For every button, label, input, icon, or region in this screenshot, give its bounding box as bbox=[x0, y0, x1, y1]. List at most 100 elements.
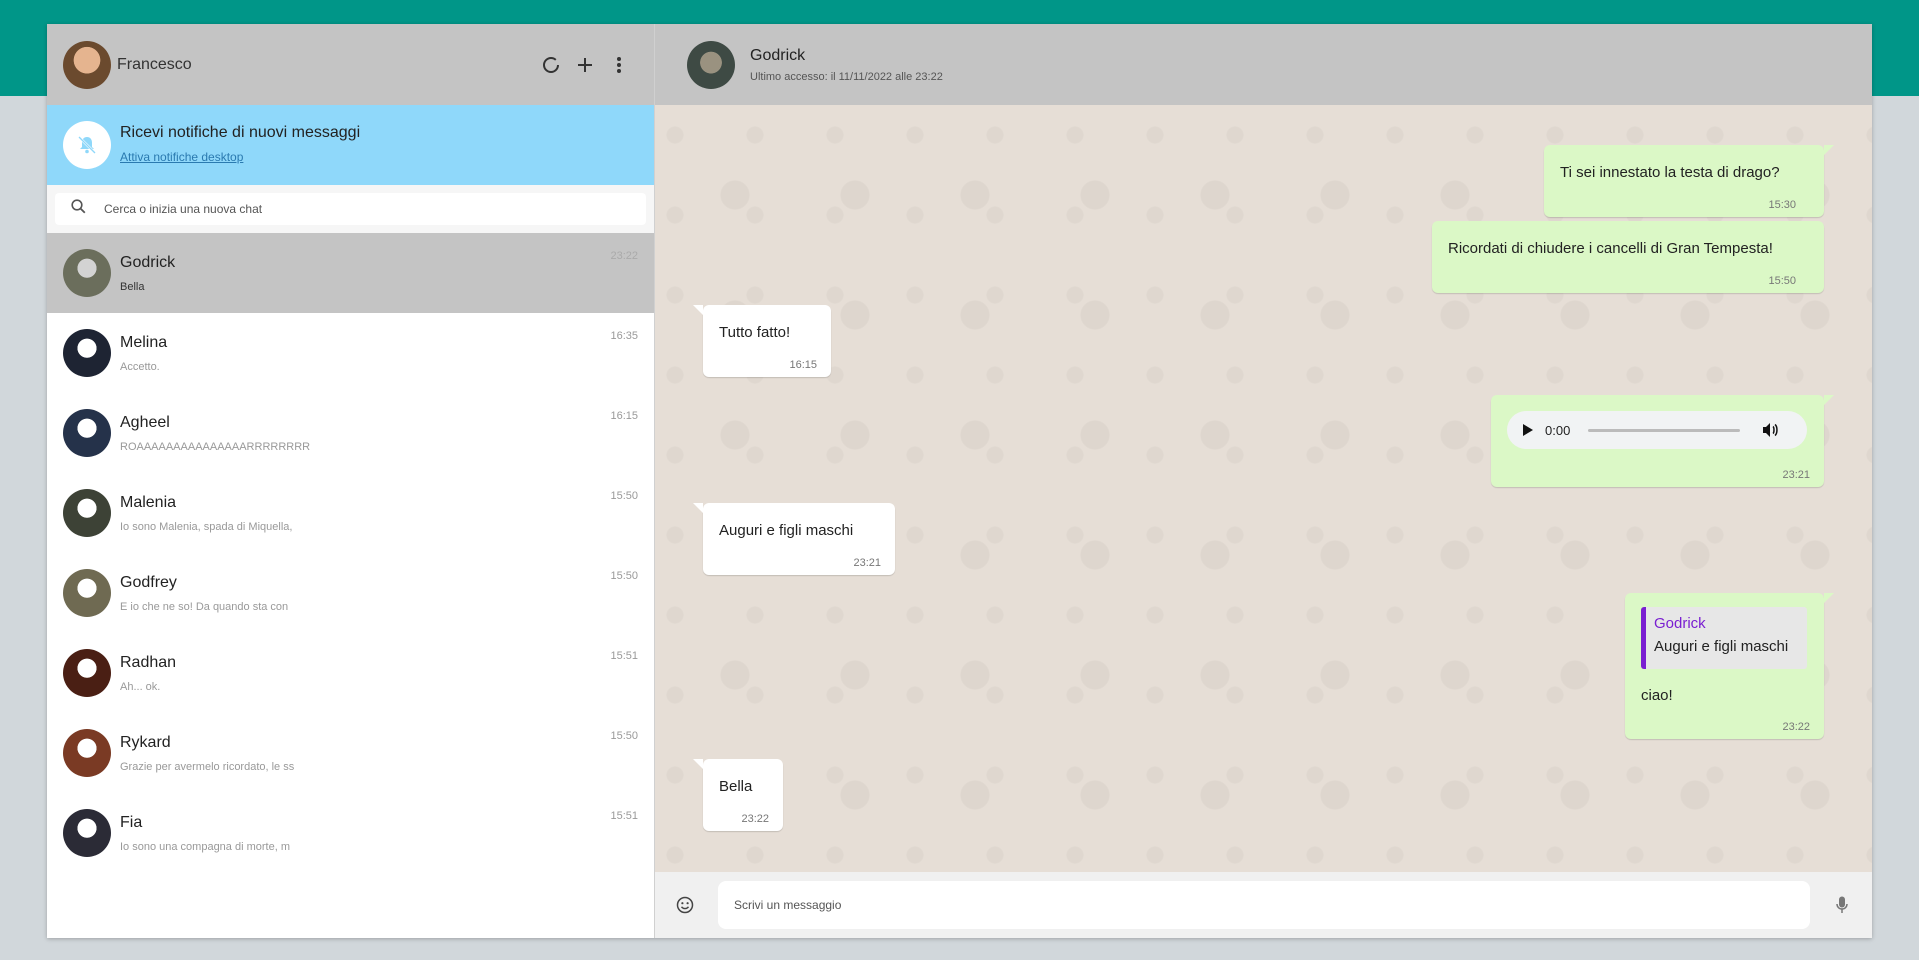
chat-name: Malenia bbox=[120, 493, 177, 511]
chat-name: Godfrey bbox=[120, 573, 177, 591]
chat-time: 15:50 bbox=[610, 570, 638, 582]
chat-preview: E io che ne so! Da quando sta con bbox=[120, 600, 289, 613]
message-text: Ricordati di chiudere i cancelli di Gran… bbox=[1448, 240, 1773, 257]
audio-player: 0:00 bbox=[1507, 411, 1807, 449]
chat-time: 16:35 bbox=[610, 330, 638, 342]
composer-bar bbox=[655, 872, 1872, 938]
chat-item-godrick[interactable]: Godrick Bella 23:22 bbox=[47, 233, 654, 313]
message-time: 15:30 bbox=[1768, 199, 1796, 211]
conversation-panel: Godrick Ultimo accesso: il 11/11/2022 al… bbox=[655, 24, 1872, 938]
messages-area[interactable]: Ti sei innestato la testa di drago? 15:3… bbox=[655, 105, 1872, 872]
chat-name: Melina bbox=[120, 333, 168, 351]
notification-banner: Ricevi notifiche di nuovi messaggi Attiv… bbox=[47, 105, 654, 185]
message-text: Auguri e figli maschi bbox=[719, 522, 854, 539]
chat-item-malenia[interactable]: Malenia Io sono Malenia, spada di Miquell… bbox=[47, 473, 654, 553]
chat-item-agheel[interactable]: Agheel ROAAAAAAAAAAAAAAARRRRRRRR 16:15 bbox=[47, 393, 654, 473]
play-icon[interactable] bbox=[1521, 423, 1535, 437]
message-bubble-out[interactable]: Ti sei innestato la testa di drago? 15:3… bbox=[1544, 145, 1834, 217]
message-bubble-in[interactable]: Auguri e figli maschi 23:21 bbox=[693, 503, 895, 575]
message-input[interactable] bbox=[718, 881, 1810, 929]
chat-preview: ROAAAAAAAAAAAAAAARRRRRRRR bbox=[120, 440, 311, 453]
message-text: ciao! bbox=[1641, 687, 1673, 704]
chat-avatar bbox=[63, 569, 111, 617]
message-bubble-in[interactable]: Bella 23:22 bbox=[693, 759, 783, 831]
chat-item-rykard[interactable]: Rykard Grazie per avermelo ricordato, le … bbox=[47, 713, 654, 793]
chat-item-melina[interactable]: Melina Accetto. 16:35 bbox=[47, 313, 654, 393]
emoji-icon[interactable] bbox=[675, 895, 695, 915]
chat-preview: Io sono una compagna di morte, m bbox=[120, 840, 290, 853]
chat-time: 16:15 bbox=[610, 410, 638, 422]
message-bubble-in[interactable]: Tutto fatto! 16:15 bbox=[693, 305, 831, 377]
sidebar-header: Francesco bbox=[47, 24, 654, 105]
chat-preview: Bella bbox=[120, 280, 145, 293]
message-text: Tutto fatto! bbox=[719, 324, 791, 341]
chat-item-radhan[interactable]: Radhan Ah... ok. 15:51 bbox=[47, 633, 654, 713]
chat-texts: Agheel ROAAAAAAAAAAAAAAARRRRRRRR bbox=[120, 414, 638, 453]
search-box bbox=[55, 193, 646, 225]
notification-title: Ricevi notifiche di nuovi messaggi bbox=[120, 124, 361, 141]
chat-name: Agheel bbox=[120, 413, 170, 431]
my-name: Francesco bbox=[117, 55, 192, 73]
chat-item-godfrey[interactable]: Godfrey E io che ne so! Da quando sta con… bbox=[47, 553, 654, 633]
quoted-text: Auguri e figli maschi bbox=[1654, 638, 1789, 655]
chat-time: 15:50 bbox=[610, 490, 638, 502]
chat-avatar bbox=[63, 809, 111, 857]
notification-texts: Ricevi notifiche di nuovi messaggi Attiv… bbox=[120, 124, 360, 166]
chat-texts: Rykard Grazie per avermelo ricordato, le … bbox=[120, 734, 638, 773]
chat-name: Godrick bbox=[120, 253, 176, 271]
chat-preview: Grazie per avermelo ricordato, le ss bbox=[120, 760, 295, 773]
message-time: 23:21 bbox=[1782, 469, 1810, 481]
search-icon bbox=[71, 199, 86, 219]
chat-time: 23:22 bbox=[610, 250, 638, 262]
message-time: 23:22 bbox=[1782, 721, 1810, 733]
chat-item-fia[interactable]: Fia Io sono una compagna di morte, m 15:51 bbox=[47, 793, 654, 873]
chat-name: Fia bbox=[120, 813, 143, 831]
message-text: Ti sei innestato la testa di drago? bbox=[1560, 164, 1780, 181]
last-seen: Ultimo accesso: il 11/11/2022 alle 23:22 bbox=[750, 70, 943, 83]
new-chat-icon[interactable] bbox=[576, 56, 594, 74]
message-time: 23:22 bbox=[741, 813, 769, 825]
chat-name: Radhan bbox=[120, 653, 177, 671]
volume-icon[interactable] bbox=[1762, 422, 1779, 438]
message-text: Bella bbox=[719, 778, 753, 795]
menu-icon[interactable] bbox=[610, 56, 628, 74]
audio-time: 0:00 bbox=[1545, 422, 1571, 438]
chat-texts: Melina Accetto. bbox=[120, 334, 638, 373]
chat-avatar bbox=[63, 489, 111, 537]
message-time: 16:15 bbox=[789, 359, 817, 371]
microphone-icon[interactable] bbox=[1834, 896, 1850, 914]
chat-avatar bbox=[63, 409, 111, 457]
chat-time: 15:51 bbox=[610, 650, 638, 662]
message-bubble-out[interactable]: Ricordati di chiudere i cancelli di Gran… bbox=[1432, 221, 1824, 293]
chat-avatar bbox=[63, 649, 111, 697]
search-input[interactable] bbox=[102, 201, 626, 217]
quoted-author: Godrick bbox=[1654, 615, 1706, 632]
chat-list: Godrick Bella 23:22 Melina Accetto. 16:35 Aghe… bbox=[47, 233, 654, 873]
quoted-message[interactable]: Godrick Auguri e figli maschi bbox=[1641, 607, 1807, 669]
enable-notifications-link[interactable]: Attiva notifiche desktop bbox=[120, 150, 243, 164]
chat-preview: Ah... ok. bbox=[120, 680, 161, 693]
header-actions bbox=[542, 56, 628, 74]
message-time: 15:50 bbox=[1768, 275, 1796, 287]
message-time: 23:21 bbox=[853, 557, 881, 569]
chat-texts: Malenia Io sono Malenia, spada di Miquell… bbox=[120, 494, 638, 533]
chat-avatar bbox=[63, 329, 111, 377]
message-bubble-reply[interactable]: Godrick Auguri e figli maschi ciao! 23:2… bbox=[1625, 593, 1834, 739]
chat-preview: Accetto. bbox=[120, 360, 160, 373]
bell-off-icon bbox=[63, 121, 111, 169]
contact-avatar[interactable] bbox=[687, 40, 735, 89]
chat-preview: Io sono Malenia, spada di Miquella, bbox=[120, 520, 293, 533]
sidebar: Francesco Ricevi notifiche di nuovi mess… bbox=[47, 24, 655, 938]
conversation-header[interactable]: Godrick Ultimo accesso: il 11/11/2022 al… bbox=[655, 24, 1872, 105]
chat-name: Rykard bbox=[120, 733, 171, 751]
chat-texts: Radhan Ah... ok. bbox=[120, 654, 638, 693]
chat-texts: Fia Io sono una compagna di morte, m bbox=[120, 814, 638, 853]
message-bubble-audio[interactable]: 0:00 23:21 bbox=[1491, 395, 1834, 487]
chat-avatar bbox=[63, 729, 111, 777]
search-bar bbox=[47, 185, 654, 233]
audio-seek-bar[interactable] bbox=[1588, 428, 1741, 432]
my-avatar[interactable] bbox=[63, 40, 111, 89]
chat-avatar bbox=[63, 249, 111, 297]
chat-texts: Godrick Bella bbox=[120, 254, 638, 293]
status-icon[interactable] bbox=[542, 56, 560, 74]
